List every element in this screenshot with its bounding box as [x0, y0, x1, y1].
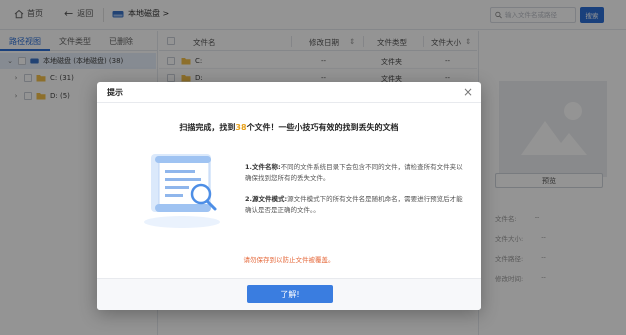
- scan-complete-dialog: 提示 × 扫描完成，找到38个文件！一些小技巧有效的找到丢失的文档 1.文件名称…: [97, 82, 481, 310]
- dialog-title: 提示: [107, 88, 123, 97]
- got-it-button[interactable]: 了解!: [247, 285, 333, 303]
- close-icon[interactable]: ×: [463, 85, 473, 99]
- headline-prefix: 扫描完成，找到: [179, 123, 236, 132]
- found-count: 38: [235, 123, 247, 132]
- tip-item: 2.源文件模式:源文件模式下的所有文件名是随机命名，需要进行预览后才能确认是否是…: [245, 194, 463, 216]
- document-scan-illustration: [144, 154, 220, 228]
- tip-title: 1.文件名称:: [245, 163, 281, 171]
- tip-item: 1.文件名称:不同的文件系统目录下会包含不同的文件，请检查所有文件夹以确保找到您…: [245, 162, 463, 184]
- dialog-headline: 扫描完成，找到38个文件！一些小技巧有效的找到丢失的文档: [97, 122, 481, 133]
- headline-suffix: 个文件！一些小技巧有效的找到丢失的文档: [246, 123, 399, 132]
- dialog-header: 提示 ×: [97, 82, 481, 103]
- tip-title: 2.源文件模式:: [245, 195, 288, 203]
- tips-section: 1.文件名称:不同的文件系统目录下会包含不同的文件，请检查所有文件夹以确保找到您…: [245, 162, 463, 226]
- dialog-footer: 了解!: [97, 278, 481, 310]
- warning-text: 请勿保存到以防止文件被覆盖。: [243, 256, 335, 264]
